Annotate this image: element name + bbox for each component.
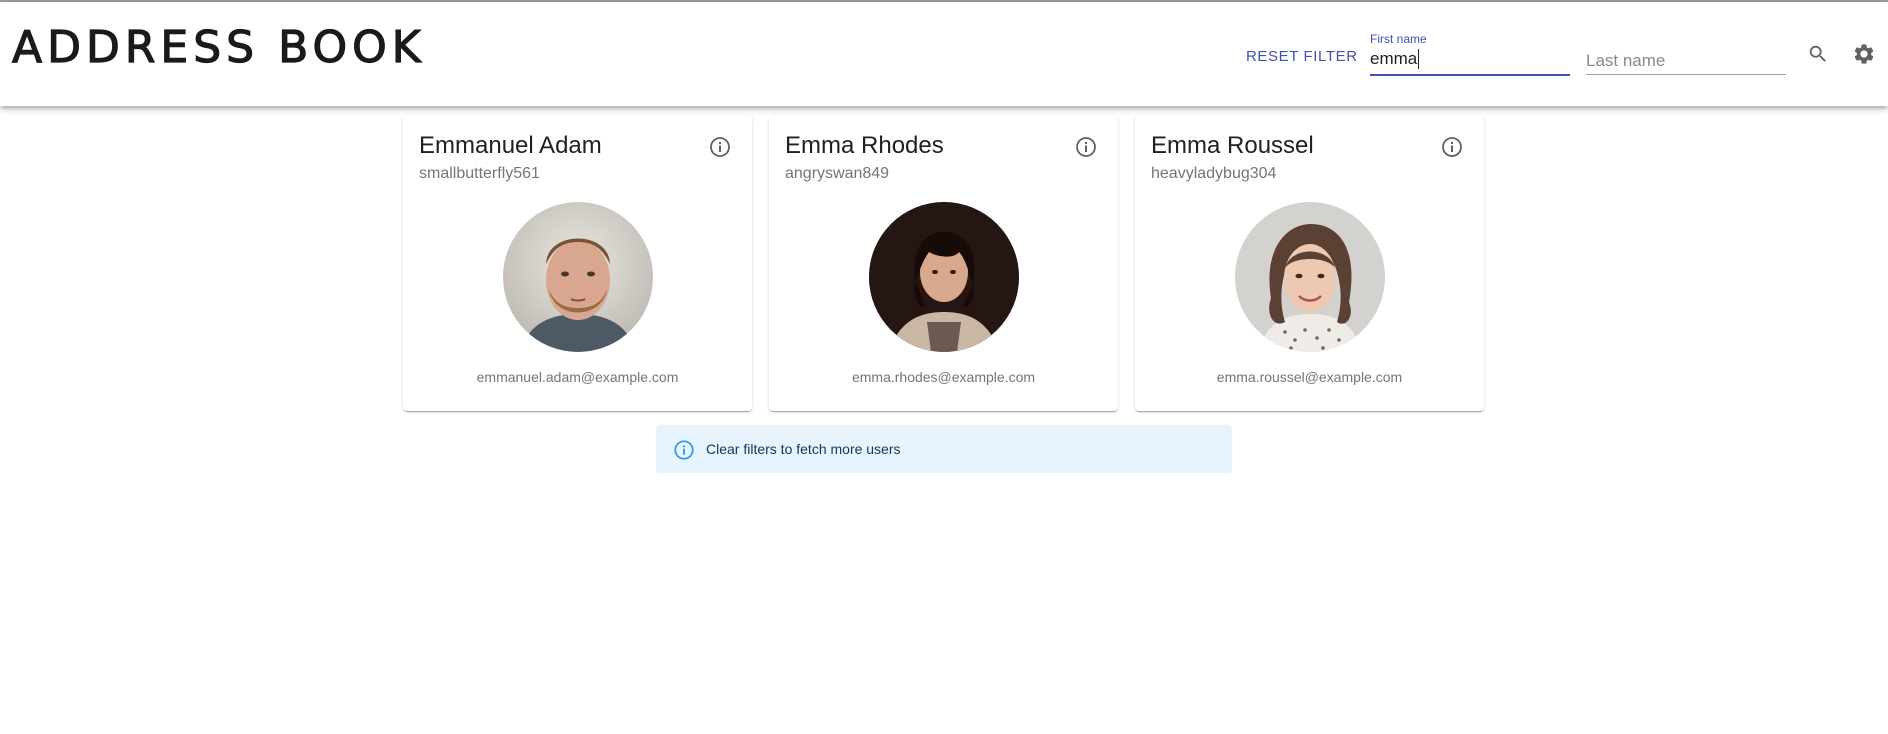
user-name: Emmanuel Adam	[419, 132, 602, 159]
user-card[interactable]: Emma Rhodes angryswan849 emma.rhodes@exa…	[769, 115, 1118, 411]
info-icon	[674, 440, 694, 460]
settings-button[interactable]	[1846, 36, 1882, 72]
app-title: ADDRESS BOOK	[11, 22, 426, 73]
user-name: Emma Roussel	[1151, 132, 1314, 159]
first-name-underline	[1370, 74, 1570, 76]
user-username: smallbutterfly561	[419, 165, 540, 182]
user-card[interactable]: Emma Roussel heavyladybug304 emma.rousse…	[1135, 115, 1484, 411]
user-username: heavyladybug304	[1151, 165, 1277, 182]
info-icon[interactable]	[708, 135, 732, 159]
last-name-underline	[1586, 74, 1786, 75]
user-card[interactable]: Emmanuel Adam smallbutterfly561 emmanuel…	[403, 115, 752, 411]
first-name-label: First name	[1370, 32, 1427, 46]
info-alert: Clear filters to fetch more users	[656, 425, 1232, 473]
app-bar: ADDRESS BOOK RESET FILTER First name emm…	[0, 2, 1888, 106]
first-name-field[interactable]: First name emma	[1370, 22, 1570, 78]
first-name-input[interactable]: emma	[1370, 49, 1420, 69]
last-name-field[interactable]: Last name	[1586, 22, 1786, 78]
info-icon[interactable]	[1074, 135, 1098, 159]
alert-message: Clear filters to fetch more users	[706, 441, 901, 457]
info-icon[interactable]	[1440, 135, 1464, 159]
search-button[interactable]	[1800, 36, 1836, 72]
user-email: emmanuel.adam@example.com	[476, 369, 679, 385]
last-name-input[interactable]: Last name	[1586, 51, 1665, 71]
avatar	[1235, 202, 1385, 352]
reset-filter-button[interactable]: RESET FILTER	[1238, 38, 1366, 74]
user-email: emma.roussel@example.com	[1216, 369, 1403, 385]
search-icon	[1809, 45, 1826, 62]
avatar	[503, 202, 653, 352]
gear-icon	[1854, 44, 1874, 64]
user-email: emma.rhodes@example.com	[851, 369, 1036, 385]
avatar	[869, 202, 1019, 352]
user-name: Emma Rhodes	[785, 132, 944, 159]
user-username: angryswan849	[785, 165, 890, 182]
